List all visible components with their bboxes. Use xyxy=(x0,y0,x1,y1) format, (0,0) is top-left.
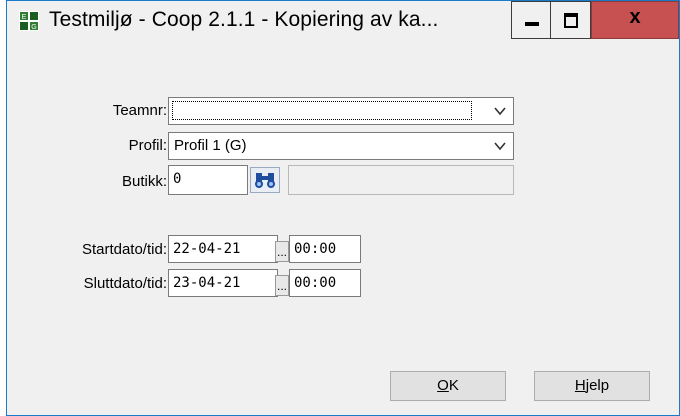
butikk-search-button[interactable] xyxy=(250,167,280,193)
sluttdato-label: Sluttdato/tid: xyxy=(83,275,167,292)
minimize-icon xyxy=(525,22,539,26)
ok-label-rest: K xyxy=(448,377,459,394)
startdato-label: Startdato/tid: xyxy=(81,241,167,258)
chevron-down-icon xyxy=(494,142,506,151)
window-title: Testmiljø - Coop 2.1.1 - Kopiering av ka… xyxy=(49,8,439,31)
teamnr-label: Teamnr: xyxy=(112,102,167,119)
profil-dropdown[interactable]: Profil 1 (G) xyxy=(168,132,514,160)
help-button[interactable]: Hjelp xyxy=(534,371,650,401)
maximize-icon xyxy=(564,13,578,28)
sluttdato-picker-button[interactable]: ... xyxy=(275,275,289,296)
focus-indicator xyxy=(172,101,472,120)
ok-mnemonic: O xyxy=(437,377,449,394)
help-mnemonic: H xyxy=(574,377,586,394)
app-icon: E G xyxy=(19,11,39,31)
maximize-button[interactable] xyxy=(551,1,591,39)
chevron-down-icon xyxy=(494,107,506,116)
butikk-input[interactable]: 0 xyxy=(168,165,248,195)
startdato-time-input[interactable]: 00:00 xyxy=(289,235,361,263)
sluttdato-time-input[interactable]: 00:00 xyxy=(289,269,361,297)
help-label-rest: jelp xyxy=(585,377,610,394)
startdato-picker-button[interactable]: ... xyxy=(275,241,289,262)
close-button[interactable]: x xyxy=(591,1,679,39)
sluttdato-date-input[interactable]: 23-04-21 xyxy=(168,269,278,297)
title-bar[interactable]: E G Testmiljø - Coop 2.1.1 - Kopiering a… xyxy=(7,1,679,41)
butikk-label: Butikk: xyxy=(121,173,167,190)
svg-text:E: E xyxy=(22,14,27,21)
profil-label: Profil: xyxy=(128,137,167,154)
ok-button[interactable]: OK xyxy=(390,371,506,401)
teamnr-dropdown[interactable] xyxy=(168,97,514,125)
dialog-window: E G Testmiljø - Coop 2.1.1 - Kopiering a… xyxy=(6,0,680,416)
binoculars-icon xyxy=(255,173,275,188)
profil-value: Profil 1 (G) xyxy=(174,137,247,154)
startdato-date-input[interactable]: 22-04-21 xyxy=(168,235,278,263)
svg-text:G: G xyxy=(31,24,36,31)
close-icon: x xyxy=(629,6,641,28)
minimize-button[interactable] xyxy=(511,1,551,39)
butikk-name-field xyxy=(288,165,514,195)
